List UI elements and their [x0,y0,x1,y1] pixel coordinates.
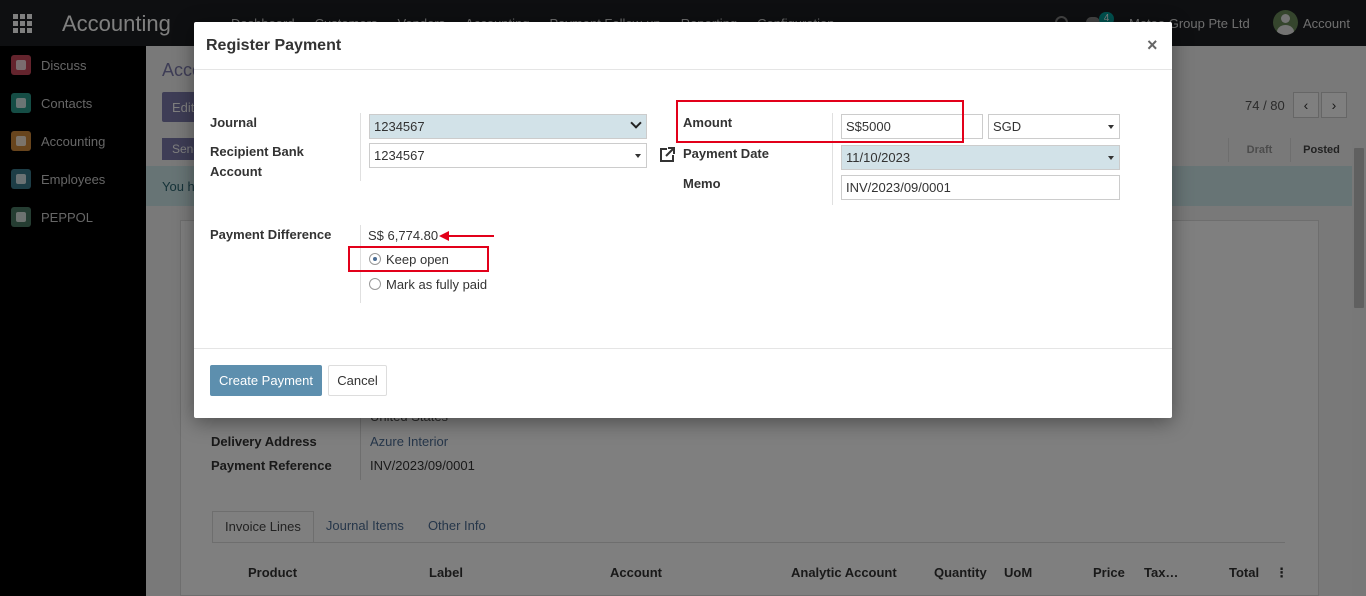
journal-value: 1234567 [374,119,425,134]
caret-down-icon [635,154,641,158]
payment-difference-label: Payment Difference [210,227,332,242]
register-payment-dialog: Register Payment × Journal Recipient Ban… [194,22,1172,418]
memo-label: Memo [683,176,721,191]
field-divider [360,113,361,181]
annotation-arrow-line [448,235,494,237]
payment-date-value: 11/10/2023 [846,150,911,165]
chevron-down-icon [630,119,642,131]
annotation-arrow-icon [439,231,449,241]
dialog-header: Register Payment × [194,22,1172,70]
mark-fully-paid-radio[interactable] [369,278,381,290]
external-link-icon[interactable] [658,146,676,164]
close-icon[interactable]: × [1147,35,1158,56]
amount-highlight-box [676,100,964,143]
recipient-bank-value: 1234567 [374,148,425,163]
currency-value: SGD [993,119,1022,134]
currency-select[interactable]: SGD [988,114,1120,139]
memo-input[interactable]: INV/2023/09/0001 [841,175,1120,200]
dialog-title: Register Payment [206,37,342,54]
journal-label: Journal [210,115,257,130]
payment-date-input[interactable]: 11/10/2023 [841,145,1120,170]
caret-down-icon [1108,125,1114,129]
recipient-bank-label: Recipient Bank Account [210,144,304,179]
create-payment-button[interactable]: Create Payment [210,365,322,396]
caret-down-icon [1108,156,1114,160]
payment-difference-value: S$ 6,774.80 [368,228,439,243]
keep-open-highlight-box [348,246,489,272]
journal-select[interactable]: 1234567 [369,114,647,139]
payment-date-label: Payment Date [683,146,769,161]
cancel-button[interactable]: Cancel [328,365,387,396]
mark-fully-paid-label[interactable]: Mark as fully paid [386,277,487,292]
recipient-bank-select[interactable]: 1234567 [369,143,647,168]
